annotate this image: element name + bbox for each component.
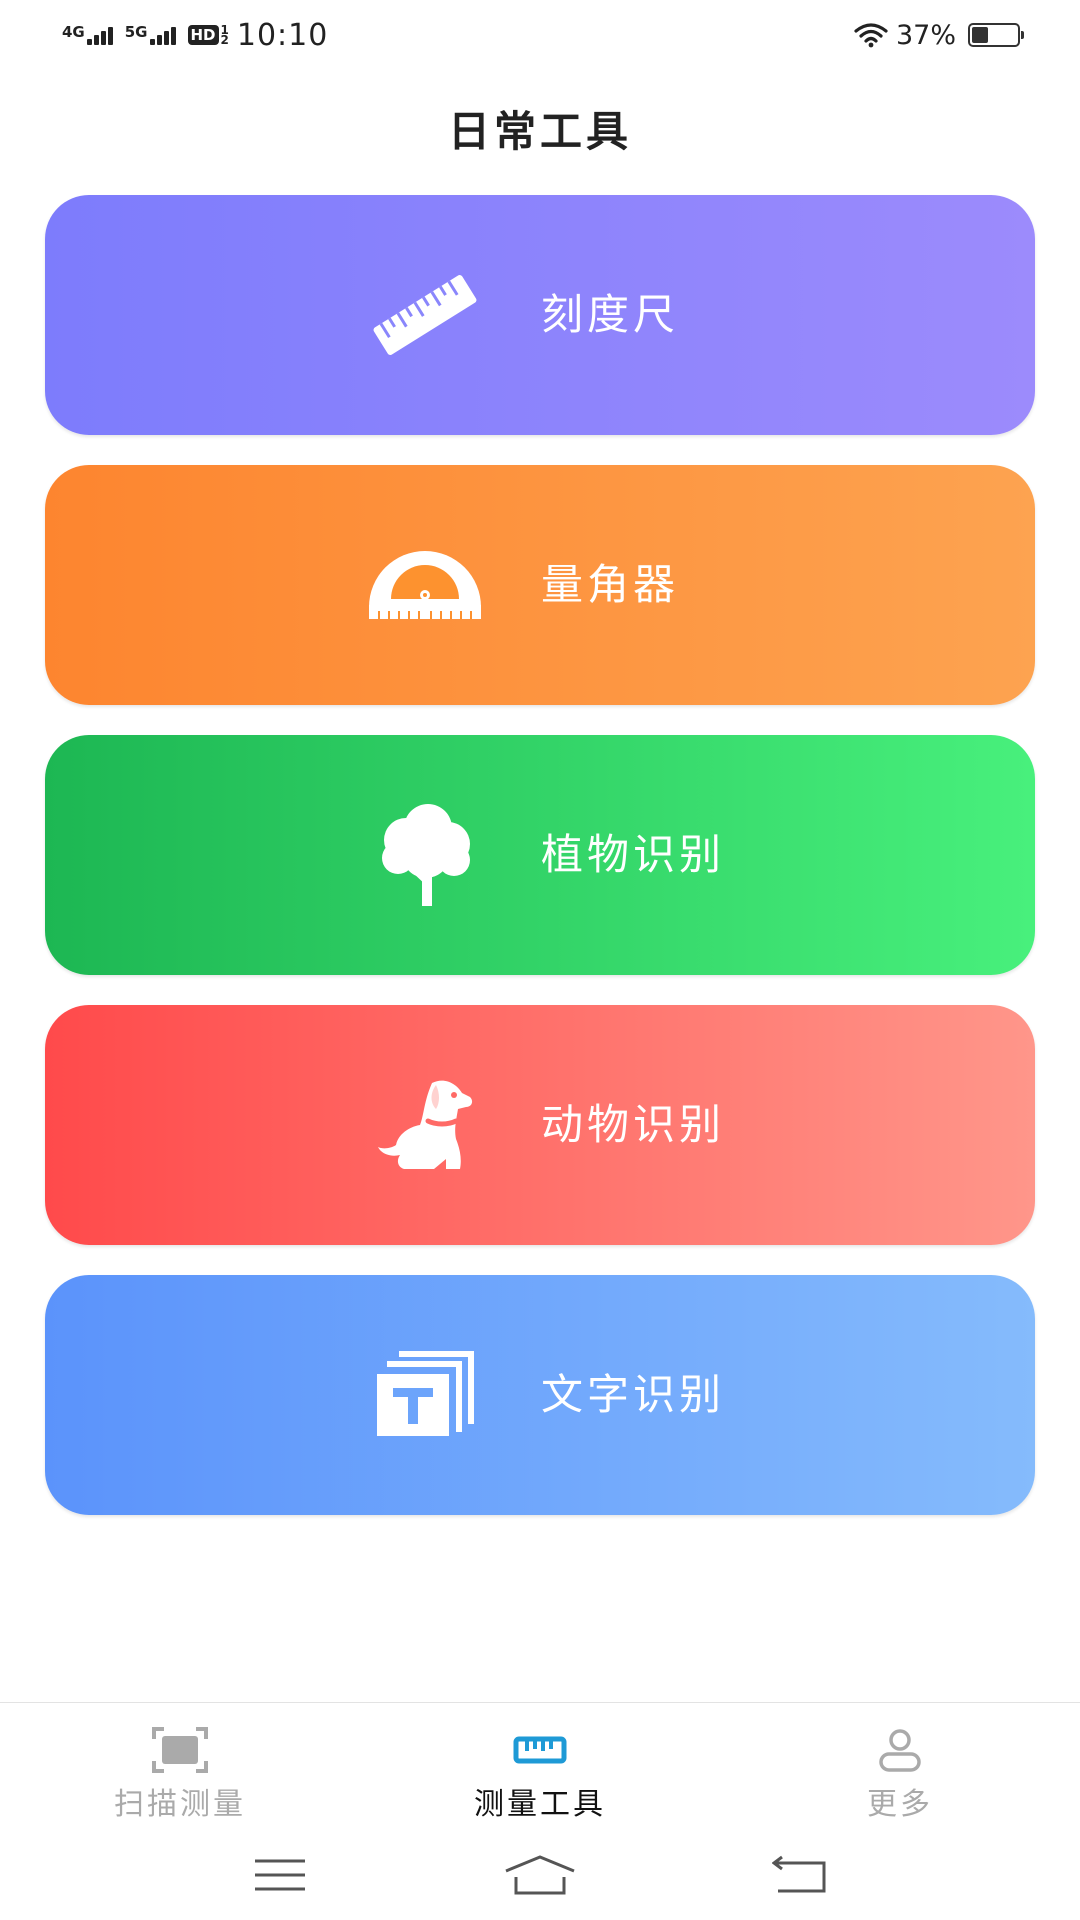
page-title: 日常工具 xyxy=(447,107,632,156)
network-type-label: 5G xyxy=(124,23,148,41)
tool-label: 文字识别 xyxy=(541,1370,726,1419)
signal-4g: 4G xyxy=(62,25,115,45)
hd-sub-2: 2 xyxy=(220,33,229,47)
battery-icon xyxy=(968,23,1024,47)
tab-label: 更多 xyxy=(867,1787,933,1822)
tool-card-text-recognition[interactable]: 文字识别 xyxy=(45,1275,1035,1515)
tool-card-plant-recognition[interactable]: 植物识别 xyxy=(45,735,1035,975)
home-button[interactable] xyxy=(500,1845,580,1905)
back-icon xyxy=(772,1855,826,1893)
protractor-icon xyxy=(365,525,485,645)
tab-measure-tools[interactable]: 测量工具 xyxy=(360,1703,720,1828)
hd-badge: HD xyxy=(187,25,219,45)
tab-label: 扫描测量 xyxy=(114,1787,246,1822)
scan-icon xyxy=(150,1723,210,1777)
tab-label: 测量工具 xyxy=(474,1787,606,1822)
tab-scan-measure[interactable]: 扫描测量 xyxy=(0,1703,360,1828)
status-bar: 4G 5G HD 1 2 10:10 37% xyxy=(0,0,1080,70)
tool-label: 刻度尺 xyxy=(541,290,680,339)
dog-icon xyxy=(365,1065,485,1185)
back-button[interactable] xyxy=(760,1845,840,1905)
tool-card-protractor[interactable]: 量角器 xyxy=(45,465,1035,705)
bottom-nav: 扫描测量 测量工具 更多 xyxy=(0,1702,1080,1828)
network-type-label: 4G xyxy=(62,23,85,41)
tool-card-animal-recognition[interactable]: 动物识别 xyxy=(45,1005,1035,1245)
status-left: 4G 5G HD 1 2 10:10 xyxy=(62,18,328,53)
tool-label: 植物识别 xyxy=(541,830,726,879)
tool-label: 量角器 xyxy=(541,560,680,609)
text-recognition-icon xyxy=(365,1335,485,1455)
tab-more[interactable]: 更多 xyxy=(720,1703,1080,1828)
home-icon xyxy=(505,1855,575,1895)
clock: 10:10 xyxy=(236,17,329,53)
tool-label: 动物识别 xyxy=(541,1100,726,1149)
signal-5g: 5G xyxy=(125,25,178,45)
ruler-tab-icon xyxy=(510,1723,570,1777)
app-screen: 4G 5G HD 1 2 10:10 37% 日常工具 刻度尺 量角器 植物识别… xyxy=(0,0,1080,1920)
status-right: 37% xyxy=(854,19,1024,51)
battery-percent: 37% xyxy=(895,19,956,51)
tool-card-ruler[interactable]: 刻度尺 xyxy=(45,195,1035,435)
signal-bars-icon xyxy=(86,25,115,45)
battery-fill xyxy=(972,27,989,43)
signal-bars-icon xyxy=(149,25,178,45)
menu-button[interactable] xyxy=(240,1845,320,1905)
system-nav-bar xyxy=(0,1830,1080,1920)
tool-list: 刻度尺 量角器 植物识别 动物识别 文字识别 xyxy=(45,195,1035,1545)
tree-icon xyxy=(365,795,485,915)
ruler-icon xyxy=(365,255,485,375)
menu-icon xyxy=(255,1859,305,1891)
user-icon xyxy=(870,1723,930,1777)
wifi-icon xyxy=(854,23,888,48)
hd-sim-indicator: 1 2 xyxy=(220,24,229,47)
